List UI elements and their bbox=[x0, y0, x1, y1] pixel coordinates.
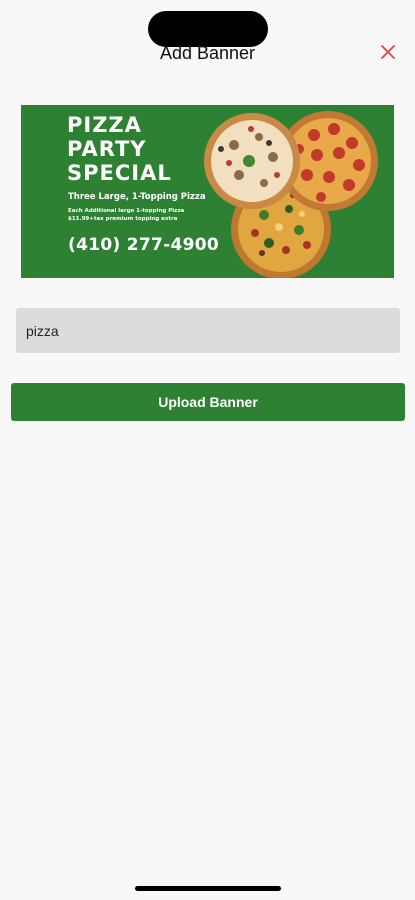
upload-banner-button[interactable]: Upload Banner bbox=[11, 383, 405, 421]
pizza-white bbox=[204, 113, 300, 209]
banner-detail-line-1: Each Additional large 1-topping Pizza bbox=[68, 208, 185, 214]
banner-subtitle: Three Large, 1-Topping Pizza bbox=[68, 192, 206, 202]
close-icon bbox=[381, 45, 395, 59]
banner-detail-line-2: $11.99+tax premium topping extra bbox=[68, 216, 178, 222]
pizza-illustration bbox=[204, 111, 378, 278]
close-button[interactable] bbox=[379, 43, 397, 61]
banner-preview-image: PIZZA PARTY SPECIAL Three Large, 1-Toppi… bbox=[21, 105, 394, 278]
home-indicator[interactable] bbox=[135, 886, 281, 891]
banner-text-block: PIZZA PARTY SPECIAL Three Large, 1-Toppi… bbox=[21, 105, 219, 278]
banner-headline: PIZZA PARTY SPECIAL bbox=[67, 113, 172, 185]
banner-name-input[interactable] bbox=[16, 308, 400, 353]
sheet-title: Add Banner bbox=[159, 43, 256, 63]
